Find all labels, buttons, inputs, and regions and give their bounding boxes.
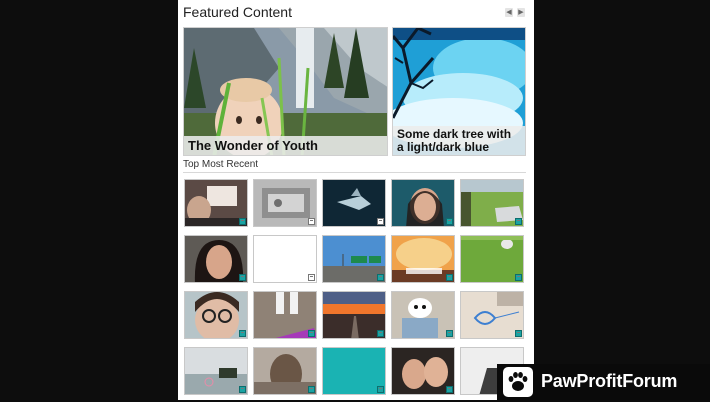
thumbnail[interactable]: [253, 179, 317, 227]
thumbnail[interactable]: [322, 235, 386, 283]
thumbnail[interactable]: [322, 291, 386, 339]
thumbnail[interactable]: [322, 179, 386, 227]
forum-watermark: PawProfitForum: [497, 364, 710, 400]
thumbnail[interactable]: [391, 347, 455, 395]
thumbnail[interactable]: [391, 291, 455, 339]
video-badge-icon: [239, 386, 246, 393]
thumbnail[interactable]: [460, 179, 524, 227]
featured-content-panel: Featured Content ◀ ▶ The Wonder of Youth: [178, 0, 534, 400]
video-badge-icon: [446, 330, 453, 337]
video-badge-icon: [239, 218, 246, 225]
image-badge-icon: [377, 218, 384, 225]
thumbnail[interactable]: [184, 347, 248, 395]
video-badge-icon: [308, 386, 315, 393]
thumbnail[interactable]: [322, 347, 386, 395]
watermark-text: PawProfitForum: [541, 371, 678, 391]
image-badge-icon: [308, 274, 315, 281]
thumbnail[interactable]: [391, 235, 455, 283]
video-badge-icon: [377, 274, 384, 281]
video-badge-icon: [239, 274, 246, 281]
paw-print-icon: [503, 367, 533, 397]
video-badge-icon: [308, 330, 315, 337]
thumbnail[interactable]: [184, 179, 248, 227]
recent-thumbnails-grid: [178, 0, 534, 400]
video-badge-icon: [515, 330, 522, 337]
thumbnail[interactable]: [253, 291, 317, 339]
thumbnail[interactable]: [460, 291, 524, 339]
thumbnail[interactable]: [460, 235, 524, 283]
thumbnail[interactable]: [253, 235, 317, 283]
video-badge-icon: [446, 274, 453, 281]
video-badge-icon: [377, 330, 384, 337]
video-badge-icon: [515, 218, 522, 225]
image-badge-icon: [308, 218, 315, 225]
thumbnail[interactable]: [184, 235, 248, 283]
thumbnail[interactable]: [184, 291, 248, 339]
video-badge-icon: [515, 274, 522, 281]
video-badge-icon: [377, 386, 384, 393]
thumbnail[interactable]: [253, 347, 317, 395]
video-badge-icon: [239, 330, 246, 337]
video-badge-icon: [446, 386, 453, 393]
video-badge-icon: [446, 218, 453, 225]
thumbnail[interactable]: [391, 179, 455, 227]
